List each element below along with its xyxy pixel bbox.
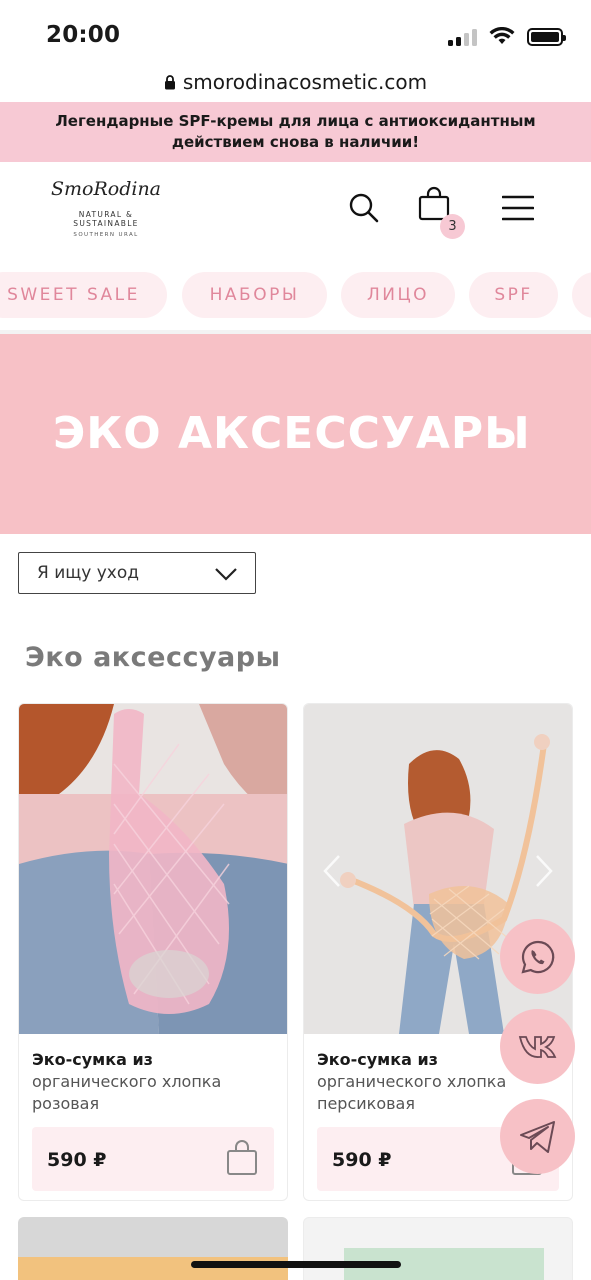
- status-icons: [448, 27, 566, 46]
- status-bar: 20:00: [0, 0, 591, 64]
- hero-banner: ЭКО АКСЕССУАРЫ: [0, 334, 591, 534]
- site-header: SmoRodina NATURAL & SUSTAINABLE SOUTHERN…: [0, 162, 591, 258]
- product-price: 590 ₽: [332, 1149, 392, 1171]
- telegram-icon: [519, 1120, 555, 1153]
- lock-icon: [164, 74, 175, 89]
- price-box: 590 ₽: [32, 1127, 274, 1191]
- hero-title: ЭКО АКСЕССУАРЫ: [53, 408, 531, 459]
- home-indicator[interactable]: [191, 1261, 401, 1268]
- chevron-left-icon[interactable]: [322, 854, 342, 888]
- product-name[interactable]: Эко-сумка из органического хлопка розова…: [32, 1049, 274, 1115]
- announcement-banner[interactable]: Легендарные SPF-кремы для лица с антиокс…: [0, 102, 591, 162]
- battery-icon: [527, 27, 566, 46]
- category-nav: SWEET SALE НАБОРЫ ЛИЦО SPF: [0, 272, 591, 320]
- cellular-signal-icon: [448, 28, 477, 46]
- whatsapp-icon: [520, 940, 554, 974]
- product-name-rest: органического хлопка розовая: [32, 1072, 222, 1113]
- status-time: 20:00: [46, 22, 121, 48]
- product-card-partial[interactable]: [18, 1217, 288, 1280]
- announcement-text: Легендарные SPF-кремы для лица с антиокс…: [55, 112, 536, 151]
- telegram-button[interactable]: [500, 1099, 575, 1174]
- care-filter-select[interactable]: Я ищу уход: [18, 552, 256, 594]
- product-name-bold: Эко-сумка из: [32, 1050, 153, 1069]
- vk-icon: [518, 1035, 556, 1058]
- cart-count-badge: 3: [440, 214, 465, 239]
- chevron-down-icon: [215, 568, 237, 581]
- care-filter-label: Я ищу уход: [37, 563, 140, 583]
- product-card-partial[interactable]: [303, 1217, 573, 1280]
- wifi-icon: [489, 27, 515, 44]
- chevron-right-icon[interactable]: [534, 854, 554, 888]
- chip-sets[interactable]: НАБОРЫ: [182, 272, 327, 318]
- logo-script: SmoRodina: [50, 178, 162, 200]
- hamburger-menu-icon: [502, 195, 534, 221]
- search-button[interactable]: [344, 188, 384, 228]
- address-bar[interactable]: smorodinacosmetic.com: [0, 64, 591, 100]
- add-to-cart-button[interactable]: [226, 1139, 258, 1181]
- shopping-bag-icon: [227, 1140, 257, 1175]
- chip-spf[interactable]: SPF: [469, 272, 558, 318]
- vk-button[interactable]: [500, 1009, 575, 1084]
- logo[interactable]: SmoRodina NATURAL & SUSTAINABLE SOUTHERN…: [46, 176, 166, 246]
- product-image[interactable]: [19, 704, 287, 1034]
- url-text: smorodinacosmetic.com: [182, 70, 428, 94]
- menu-button[interactable]: [498, 188, 538, 228]
- chip-next[interactable]: [572, 272, 591, 318]
- product-name-rest: органического хлопка персиковая: [317, 1072, 507, 1113]
- product-price: 590 ₽: [47, 1149, 107, 1171]
- product-name-bold: Эко-сумка из: [317, 1050, 438, 1069]
- product-card[interactable]: Эко-сумка из органического хлопка розова…: [18, 703, 288, 1201]
- search-icon: [349, 193, 379, 223]
- section-title: Эко аксессуары: [25, 642, 281, 673]
- logo-tagline: NATURAL & SUSTAINABLE: [73, 210, 139, 228]
- logo-region: SOUTHERN URAL: [73, 232, 139, 238]
- chip-sweet-sale[interactable]: SWEET SALE: [0, 272, 167, 318]
- whatsapp-button[interactable]: [500, 919, 575, 994]
- chip-face[interactable]: ЛИЦО: [341, 272, 455, 318]
- product-photo-pink-bag: [19, 704, 287, 1034]
